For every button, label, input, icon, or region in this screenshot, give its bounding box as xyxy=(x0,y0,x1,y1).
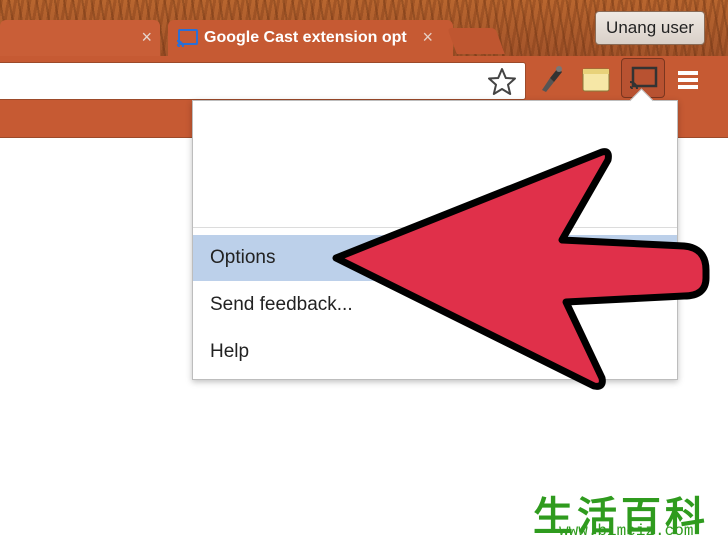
brush-extension-icon[interactable] xyxy=(536,64,564,94)
tab-close-icon[interactable]: × xyxy=(422,27,433,48)
tab-title: Google Cast extension opt xyxy=(204,29,407,46)
user-button[interactable]: Unang user xyxy=(595,11,705,45)
cast-icon xyxy=(176,29,198,47)
cast-icon xyxy=(629,66,658,90)
watermark: 生活百科 www.bimeiz.com xyxy=(525,482,728,546)
tab-google-cast[interactable]: Google Cast extension opt × xyxy=(168,20,453,56)
note-extension-icon[interactable] xyxy=(582,68,610,92)
pointer-arrow-icon xyxy=(332,148,710,390)
new-tab-button[interactable] xyxy=(447,28,505,54)
toolbar xyxy=(0,56,728,104)
star-icon[interactable] xyxy=(487,67,517,97)
menu-icon[interactable] xyxy=(676,68,700,92)
address-bar[interactable] xyxy=(0,62,526,100)
watermark-url: www.bimeiz.com xyxy=(559,522,694,540)
tab-inactive[interactable]: × xyxy=(0,20,160,56)
tab-close-icon[interactable]: × xyxy=(141,27,152,48)
